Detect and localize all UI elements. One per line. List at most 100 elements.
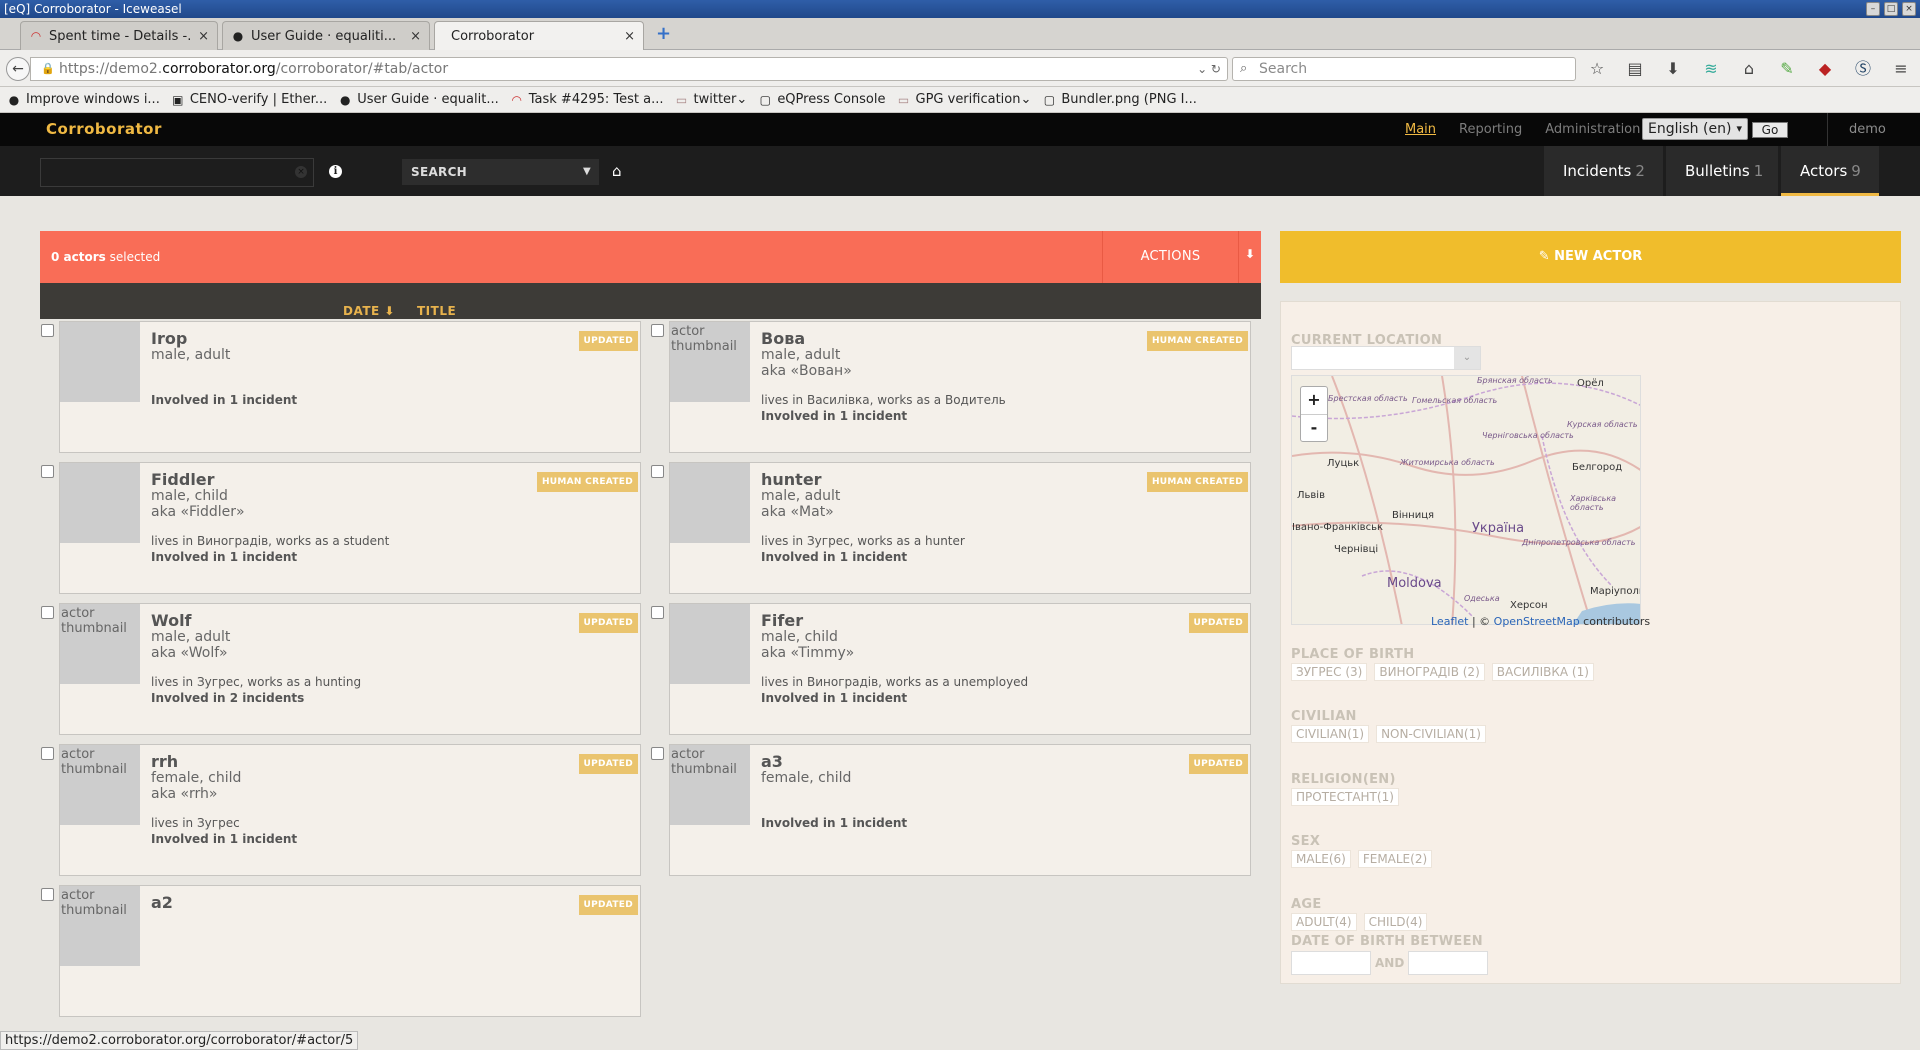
filter-chip[interactable]: MALE(6) <box>1291 850 1351 868</box>
select-checkbox[interactable] <box>41 324 54 337</box>
browser-search-input[interactable]: ⌕ Search <box>1232 57 1576 81</box>
minimize-icon[interactable]: – <box>1866 2 1880 16</box>
divider <box>1827 113 1828 146</box>
actor-card[interactable]: Fifer male, child aka «Timmy» lives in Ви… <box>651 603 1251 735</box>
filter-chip[interactable]: ЗУГРЕС (3) <box>1291 663 1368 681</box>
bookmark-star-icon[interactable]: ☆ <box>1586 59 1608 79</box>
leaflet-link[interactable]: Leaflet <box>1431 615 1468 628</box>
actor-card[interactable]: actor thumbnail Вова male, adult aka «Вов… <box>651 321 1251 453</box>
language-go-button[interactable]: Go <box>1752 122 1788 138</box>
actor-name[interactable]: rrh <box>151 752 178 771</box>
actor-name[interactable]: hunter <box>761 470 822 489</box>
back-icon[interactable]: ← <box>6 57 30 81</box>
actor-name[interactable]: a2 <box>151 893 173 912</box>
filter-chip[interactable]: CHILD(4) <box>1363 913 1428 931</box>
search-type-select[interactable]: SEARCH ▼ <box>402 159 599 185</box>
close-icon[interactable]: × <box>410 29 421 44</box>
bookmark-folder[interactable]: ▭ twitter ⌄ <box>674 92 747 108</box>
new-tab-icon[interactable]: + <box>656 25 671 43</box>
app-brand[interactable]: Corroborator <box>46 120 162 138</box>
reading-list-icon[interactable]: ▤ <box>1624 59 1646 79</box>
info-icon[interactable]: i <box>329 165 342 178</box>
bookmark-item[interactable]: ▢ Bundler.png (PNG I... <box>1041 92 1197 108</box>
bookmark-item[interactable]: ◠ Task #4295: Test a... <box>509 92 663 108</box>
filter-chip[interactable]: ВАСИЛІВКА (1) <box>1491 663 1594 681</box>
current-location-select[interactable]: ⌄ <box>1291 346 1481 370</box>
close-icon[interactable]: × <box>624 29 635 44</box>
bookmark-item[interactable]: ● Improve windows i... <box>6 92 160 108</box>
select-checkbox[interactable] <box>651 324 664 337</box>
zoom-in-button[interactable]: + <box>1301 387 1327 414</box>
select-checkbox[interactable] <box>651 747 664 760</box>
filter-chip[interactable]: NON-CIVILIAN(1) <box>1376 725 1486 743</box>
select-checkbox[interactable] <box>41 606 54 619</box>
folder-icon: ▭ <box>897 92 910 107</box>
menu-icon[interactable]: ≡ <box>1890 59 1912 79</box>
actor-name[interactable]: Fifer <box>761 611 803 630</box>
close-icon[interactable]: × <box>198 29 209 44</box>
select-checkbox[interactable] <box>41 888 54 901</box>
filter-chip[interactable]: ADULT(4) <box>1291 913 1357 931</box>
tab-bulletins[interactable]: Bulletins 1 <box>1666 146 1778 196</box>
actor-card[interactable]: Fiddler male, child aka «Fiddler» lives i… <box>41 462 641 594</box>
home-icon[interactable]: ⌂ <box>612 162 622 180</box>
bookmark-item[interactable]: ▣ CENO-verify | Ether... <box>170 92 327 108</box>
select-checkbox[interactable] <box>651 465 664 478</box>
actor-name[interactable]: Wolf <box>151 611 192 630</box>
bookmark-folder[interactable]: ▭ GPG verification ⌄ <box>896 92 1032 108</box>
actions-dropdown-icon[interactable]: ⬇ <box>1238 231 1261 283</box>
close-window-icon[interactable]: × <box>1902 2 1916 16</box>
sort-date[interactable]: DATE ⬇ <box>343 304 395 318</box>
user-name[interactable]: demo <box>1849 122 1886 137</box>
tab-actors[interactable]: Actors 9 <box>1781 146 1879 196</box>
s-extension-icon[interactable]: Ⓢ <box>1852 59 1874 79</box>
filter-chip[interactable]: FEMALE(2) <box>1357 850 1433 868</box>
actor-thumbnail <box>670 604 750 684</box>
extension-icon[interactable]: ✎ <box>1776 59 1798 79</box>
actor-card[interactable]: Irop male, adult Involved in 1 incident … <box>41 321 641 453</box>
url-bar[interactable]: 🔒 https://demo2.corroborator.org/corrobo… <box>30 57 1228 81</box>
actor-name[interactable]: Irop <box>151 329 187 348</box>
search-input[interactable]: × <box>40 158 314 187</box>
sort-title[interactable]: TITLE <box>417 304 456 318</box>
nav-reporting[interactable]: Reporting <box>1459 122 1522 137</box>
home-icon[interactable]: ⌂ <box>1738 59 1760 79</box>
maximize-icon[interactable]: □ <box>1884 2 1898 16</box>
clear-icon[interactable]: × <box>295 166 307 178</box>
addon-icon[interactable]: ≋ <box>1700 59 1722 79</box>
location-map[interactable]: + - Брянская область Орёл Гомельская обл… <box>1291 375 1641 625</box>
new-actor-button[interactable]: ✎ NEW ACTOR <box>1280 231 1901 283</box>
actor-name[interactable]: a3 <box>761 752 783 771</box>
bookmark-item[interactable]: ▢ eQPress Console <box>757 92 886 108</box>
download-icon[interactable]: ⬇ <box>1662 59 1684 79</box>
folder-icon: ▭ <box>675 92 688 107</box>
select-checkbox[interactable] <box>41 747 54 760</box>
reload-icon[interactable]: ⌄ ↻ <box>1197 58 1221 80</box>
actor-card[interactable]: hunter male, adult aka «Mat» lives in Зуг… <box>651 462 1251 594</box>
select-checkbox[interactable] <box>41 465 54 478</box>
zoom-out-button[interactable]: - <box>1301 414 1327 441</box>
nav-main[interactable]: Main <box>1405 122 1436 137</box>
actor-card[interactable]: actor thumbnail rrh female, child aka «rr… <box>41 744 641 876</box>
actor-card[interactable]: actor thumbnail a2 UPDATED <box>41 885 641 1017</box>
browser-tab[interactable]: ◠ Spent time - Details -... × <box>20 21 218 50</box>
ublock-icon[interactable]: ◆ <box>1814 59 1836 79</box>
actor-card[interactable]: actor thumbnail Wolf male, adult aka «Wol… <box>41 603 641 735</box>
select-checkbox[interactable] <box>651 606 664 619</box>
browser-tab-active[interactable]: Corroborator × <box>434 21 644 50</box>
nav-administration[interactable]: Administration <box>1545 122 1640 137</box>
osm-link[interactable]: OpenStreetMap <box>1494 615 1580 628</box>
actions-button[interactable]: ACTIONS <box>1102 231 1238 283</box>
browser-tab[interactable]: ● User Guide · equaliti... × <box>222 21 430 50</box>
actor-name[interactable]: Fiddler <box>151 470 215 489</box>
dob-from-input[interactable] <box>1291 951 1371 975</box>
filter-chip[interactable]: CIVILIAN(1) <box>1291 725 1370 743</box>
filter-chip[interactable]: ПРОТЕСТАНТ(1) <box>1291 788 1399 806</box>
filter-chip[interactable]: ВИНОГРАДІВ (2) <box>1374 663 1485 681</box>
tab-incidents[interactable]: Incidents 2 <box>1544 146 1663 196</box>
language-select[interactable]: English (en) ▾ <box>1642 118 1748 140</box>
bookmark-item[interactable]: ● User Guide · equalit... <box>337 92 499 108</box>
actor-name[interactable]: Вова <box>761 329 805 348</box>
actor-card[interactable]: actor thumbnail a3 female, child Involve… <box>651 744 1251 876</box>
dob-to-input[interactable] <box>1408 951 1489 975</box>
